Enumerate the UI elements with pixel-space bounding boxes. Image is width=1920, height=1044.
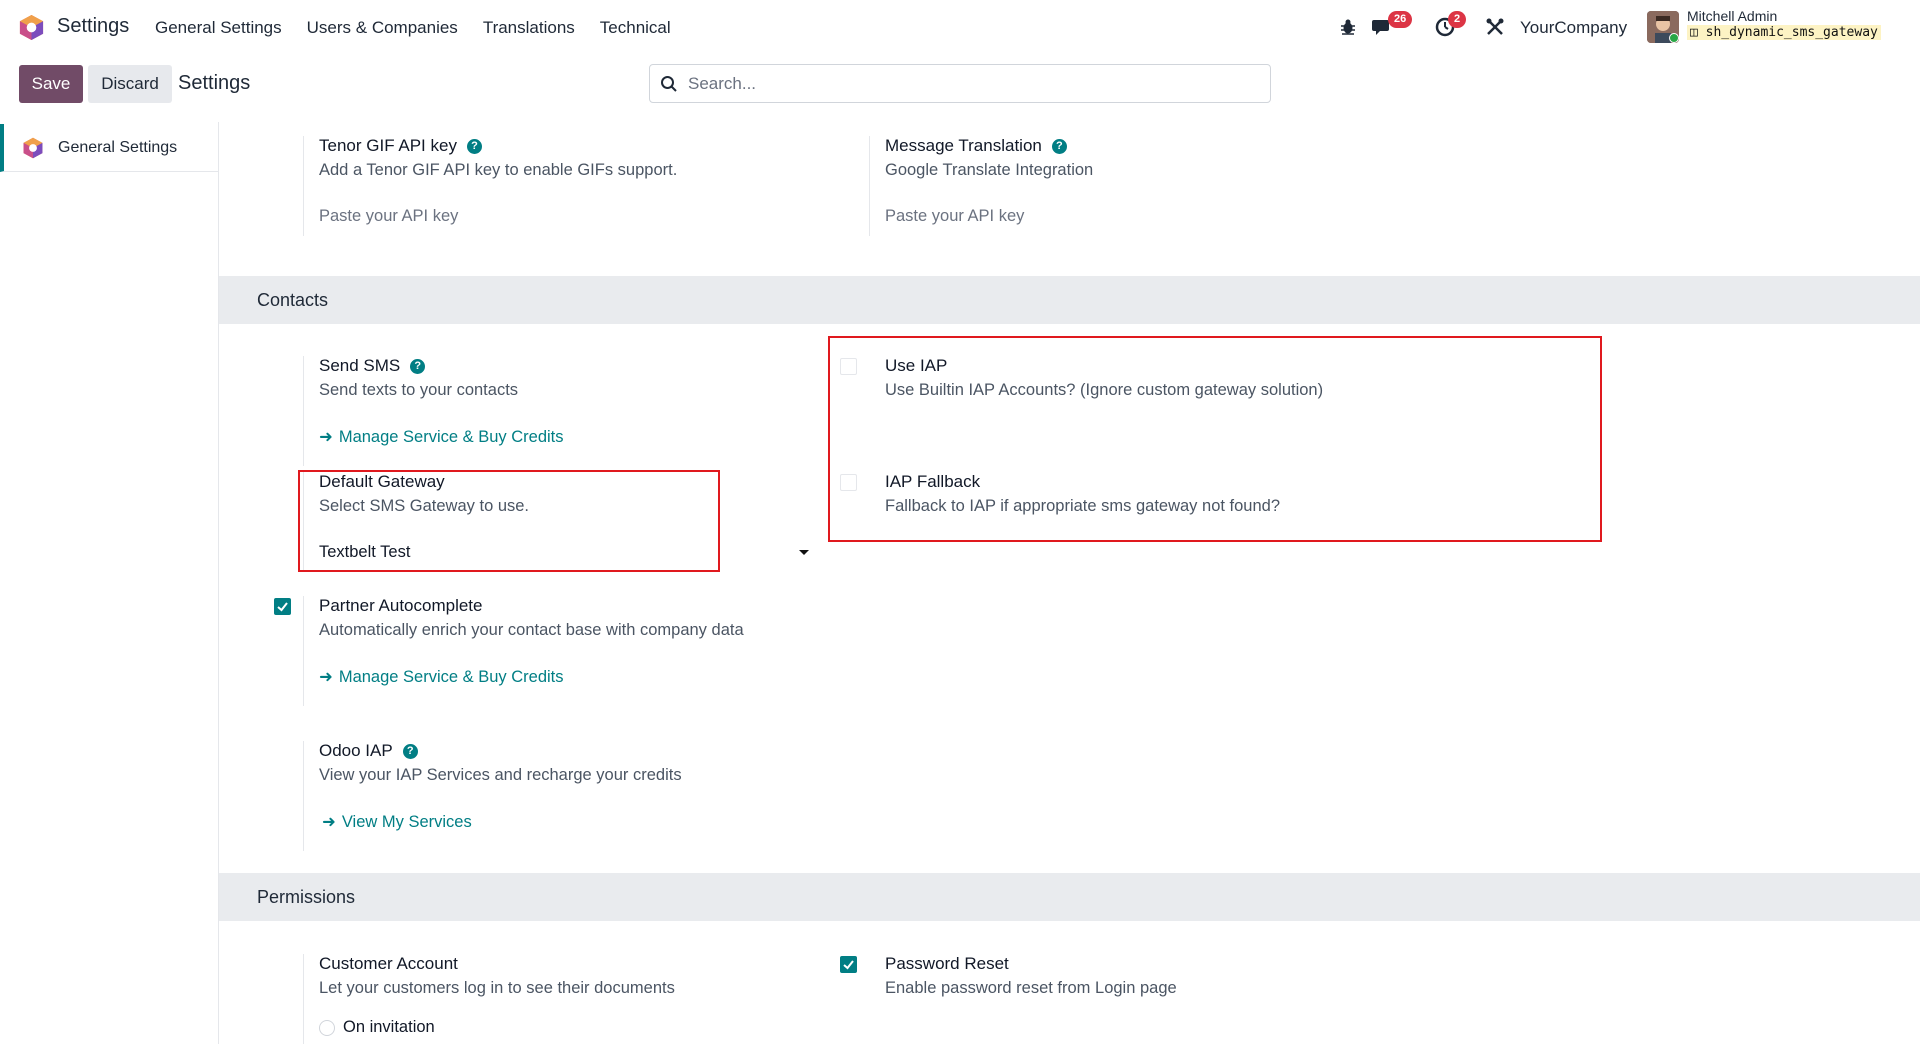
link-label: Manage Service & Buy Credits — [338, 667, 564, 686]
search-bar[interactable] — [649, 64, 1271, 103]
main-menu: General Settings Users & Companies Trans… — [155, 18, 671, 38]
setting-title: Odoo IAP ? — [319, 741, 418, 761]
setting-title: Message Translation ? — [885, 136, 1067, 156]
odoo-iap-title: Odoo IAP — [319, 741, 393, 760]
arrow-right-icon: ➜ — [319, 428, 333, 446]
setting-divider — [303, 954, 304, 1044]
section-header-contacts: Contacts — [219, 276, 1920, 324]
setting-description: Add a Tenor GIF API key to enable GIFs s… — [319, 161, 678, 179]
send-sms-title: Send SMS — [319, 356, 401, 375]
caret-down-icon — [799, 550, 809, 555]
on-invitation-label[interactable]: On invitation — [343, 1018, 435, 1037]
settings-sidebar: General Settings — [0, 122, 219, 1044]
setting-message-translation: Message Translation ? Google Translate I… — [869, 136, 1369, 236]
setting-title: Partner Autocomplete — [319, 596, 483, 615]
setting-description: Let your customers log in to see their d… — [319, 979, 675, 997]
setting-title: Tenor GIF API key ? — [319, 136, 482, 156]
setting-send-sms: Send SMS ? Send texts to your contacts ➜… — [303, 356, 803, 466]
setting-description: View your IAP Services and recharge your… — [319, 766, 682, 784]
translation-title: Message Translation — [885, 136, 1042, 155]
search-input[interactable] — [688, 73, 1248, 94]
debug-bug-icon[interactable] — [1335, 14, 1361, 40]
view-my-services-link[interactable]: ➜ View My Services — [322, 812, 472, 832]
manage-service-link[interactable]: ➜ Manage Service & Buy Credits — [319, 427, 564, 447]
activity-clock-icon[interactable]: 2 — [1432, 11, 1467, 40]
breadcrumb: Settings — [178, 72, 251, 94]
online-status-dot — [1669, 33, 1679, 43]
section-header-permissions: Permissions — [219, 873, 1920, 921]
save-button[interactable]: Save — [19, 65, 83, 103]
setting-title: Password Reset — [885, 954, 1009, 973]
sidebar-item-general-settings[interactable]: General Settings — [0, 124, 218, 172]
setting-description: Google Translate Integration — [885, 161, 1094, 179]
app-title[interactable]: Settings — [57, 15, 129, 38]
setting-tenor-gif: Tenor GIF API key ? Add a Tenor GIF API … — [303, 136, 803, 236]
settings-content: Tenor GIF API key ? Add a Tenor GIF API … — [219, 122, 1920, 1044]
company-switcher[interactable]: YourCompany — [1520, 18, 1627, 38]
menu-technical[interactable]: Technical — [600, 18, 671, 38]
setting-title: Customer Account — [319, 954, 458, 973]
partner-autocomplete-checkbox[interactable] — [274, 598, 291, 615]
check-icon — [277, 602, 288, 612]
setting-description: Send texts to your contacts — [319, 381, 519, 399]
sidebar-item-label: General Settings — [58, 138, 178, 156]
manage-service-link[interactable]: ➜ Manage Service & Buy Credits — [319, 667, 564, 687]
password-reset-checkbox[interactable] — [840, 956, 857, 973]
setting-divider — [303, 741, 304, 851]
help-icon[interactable]: ? — [410, 358, 426, 374]
help-icon[interactable]: ? — [402, 743, 418, 759]
setting-divider — [869, 136, 870, 236]
tenor-api-key-input[interactable]: Paste your API key — [319, 207, 458, 226]
help-icon[interactable]: ? — [466, 138, 482, 154]
messages-chat-icon[interactable]: 26 — [1370, 11, 1413, 40]
menu-users-companies[interactable]: Users & Companies — [307, 18, 458, 38]
setting-description: Automatically enrich your contact base w… — [319, 621, 744, 639]
link-label: Manage Service & Buy Credits — [338, 427, 564, 446]
tools-wrench-icon[interactable] — [1482, 14, 1508, 40]
database-name: ◫ sh_dynamic_sms_gateway — [1687, 25, 1881, 40]
setting-divider — [303, 356, 304, 466]
setting-description: Enable password reset from Login page — [885, 979, 1177, 997]
setting-customer-account: Customer Account Let your customers log … — [303, 954, 863, 1044]
tenor-title: Tenor GIF API key — [319, 136, 457, 155]
activities-badge: 2 — [1448, 11, 1467, 28]
menu-translations[interactable]: Translations — [483, 18, 575, 38]
check-icon — [843, 960, 854, 970]
odoo-app-logo-icon[interactable] — [18, 14, 45, 41]
setting-password-reset: Password Reset Enable password reset fro… — [840, 954, 1389, 1014]
user-avatar[interactable] — [1647, 11, 1679, 43]
discard-button[interactable]: Discard — [88, 65, 172, 103]
setting-divider — [303, 596, 304, 706]
top-navbar: Settings General Settings Users & Compan… — [0, 0, 1920, 54]
setting-odoo-iap: Odoo IAP ? View your IAP Services and re… — [303, 741, 863, 851]
highlight-iap-options — [828, 336, 1602, 542]
user-name[interactable]: Mitchell Admin — [1687, 8, 1777, 24]
setting-divider — [303, 136, 304, 236]
messages-badge: 26 — [1388, 11, 1413, 28]
database-icon: ◫ — [1690, 25, 1698, 40]
menu-general-settings[interactable]: General Settings — [155, 18, 282, 38]
general-settings-app-icon — [23, 137, 43, 158]
link-label: View My Services — [341, 812, 472, 831]
search-icon — [661, 75, 677, 92]
arrow-right-icon: ➜ — [322, 813, 336, 831]
database-label: sh_dynamic_sms_gateway — [1705, 25, 1878, 40]
highlight-default-gateway — [298, 470, 720, 572]
arrow-right-icon: ➜ — [319, 668, 333, 686]
translation-api-key-input[interactable]: Paste your API key — [885, 207, 1024, 226]
help-icon[interactable]: ? — [1051, 138, 1067, 154]
setting-partner-autocomplete: Partner Autocomplete Automatically enric… — [274, 596, 863, 706]
setting-title: Send SMS ? — [319, 356, 426, 376]
on-invitation-radio[interactable] — [319, 1020, 335, 1036]
